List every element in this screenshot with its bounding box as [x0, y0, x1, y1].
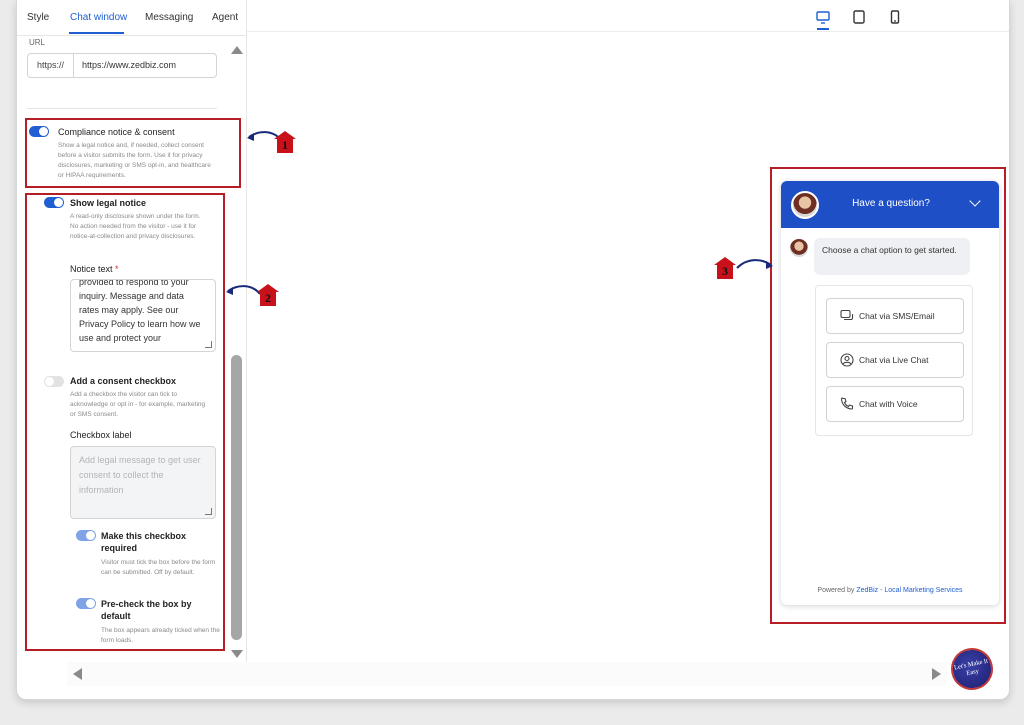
scroll-left-icon[interactable] [73, 668, 82, 680]
annotation-marker-2: 2 [257, 284, 279, 306]
horizontal-scrollbar[interactable] [67, 662, 947, 686]
annotation-arrow-3 [736, 259, 773, 269]
chat-option-label: Chat via SMS/Email [859, 311, 935, 321]
chat-options-card: Chat via SMS/Email Chat via Live Chat Ch… [815, 285, 973, 436]
annotation-box-2 [25, 193, 225, 651]
powered-by-link[interactable]: ZedBiz - Local Marketing Services [856, 587, 962, 594]
tab-messaging[interactable]: Messaging [145, 12, 193, 23]
device-active-indicator [817, 28, 829, 30]
chat-live-chat-button[interactable]: Chat via Live Chat [826, 342, 964, 378]
url-label: URL [29, 38, 46, 47]
chat-option-label: Chat via Live Chat [859, 355, 929, 365]
mobile-icon[interactable] [887, 9, 903, 25]
tab-agent[interactable]: Agent [212, 12, 238, 23]
phone-icon [840, 397, 854, 410]
annotation-marker-3: 3 [714, 257, 736, 279]
tab-style[interactable]: Style [27, 12, 49, 23]
url-input[interactable]: https://www.zedbiz.com [82, 54, 176, 77]
greeting-bubble: Choose a chat option to get started. [814, 238, 970, 275]
divider [27, 108, 217, 109]
url-field[interactable]: https:// https://www.zedbiz.com [27, 53, 217, 78]
person-icon [840, 353, 854, 367]
tab-chat-window[interactable]: Chat window [70, 12, 127, 23]
desktop-icon[interactable] [815, 9, 831, 25]
tablet-icon[interactable] [851, 9, 867, 25]
chat-option-label: Chat with Voice [859, 399, 918, 409]
device-preview-bar [247, 0, 1009, 32]
scroll-right-icon[interactable] [932, 668, 941, 680]
powered-by: Powered by ZedBiz - Local Marketing Serv… [817, 587, 963, 594]
tab-bar: Style Chat window Messaging Agent [17, 0, 247, 36]
scroll-up-icon[interactable] [231, 46, 243, 54]
url-prefix: https:// [28, 54, 74, 77]
agent-avatar [791, 191, 819, 219]
agent-avatar-small [790, 239, 808, 257]
chat-sms-email-button[interactable]: Chat via SMS/Email [826, 298, 964, 334]
chevron-down-icon[interactable] [969, 195, 981, 207]
app-window: Style Chat window Messaging Agent URL ht… [16, 0, 1010, 700]
scroll-down-icon[interactable] [231, 650, 243, 658]
chat-bubble-icon [840, 309, 854, 321]
scrollbar-thumb[interactable] [231, 355, 242, 640]
chat-header-title: Have a question? [852, 198, 930, 209]
active-tab-indicator [69, 32, 124, 34]
annotation-marker-1: 1 [274, 131, 296, 153]
chat-voice-button[interactable]: Chat with Voice [826, 386, 964, 422]
chat-widget-preview: Have a question? Choose a chat option to… [781, 181, 999, 605]
chat-header[interactable]: Have a question? [781, 181, 999, 228]
annotation-box-1 [25, 118, 241, 188]
